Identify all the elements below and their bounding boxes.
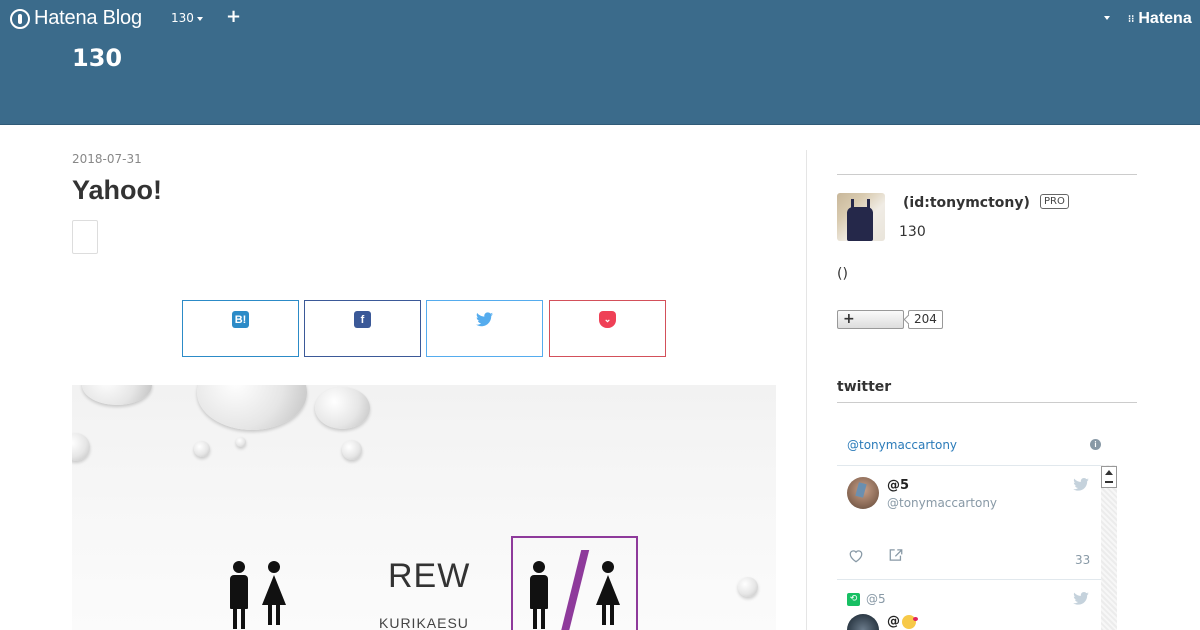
profile-avatar[interactable] — [837, 193, 885, 241]
tweet-divider — [837, 579, 1101, 580]
twitter-bird-icon[interactable] — [1073, 478, 1089, 495]
entry-title[interactable]: Yahoo! — [72, 175, 162, 206]
water-drop — [194, 441, 210, 457]
retweet-label[interactable]: @5 — [866, 592, 886, 606]
image-subheading: KURIKAESU — [379, 615, 469, 630]
avatar-strap — [851, 199, 854, 211]
hatena-logo-icon: ⁝⁝ — [1128, 13, 1135, 25]
twitter-bird-icon — [476, 311, 493, 328]
brand-name: Hatena Blog — [34, 7, 142, 29]
pocket-icon: ⌄ — [599, 311, 616, 328]
blog-selector-label: 130 — [171, 11, 194, 25]
tweet-author-name[interactable]: @ — [887, 614, 918, 629]
water-drop — [197, 385, 307, 430]
tweet-avatar[interactable] — [847, 614, 879, 630]
tweet-author-name[interactable]: @5 — [887, 478, 909, 493]
add-entry-button[interactable]: + — [226, 6, 241, 27]
caret-down-icon[interactable] — [1104, 16, 1110, 20]
entry-hero-image: REW KURIKAESU — [72, 385, 776, 630]
man-figure-icon — [230, 561, 248, 629]
facebook-icon: f — [354, 311, 371, 328]
subscribe-button[interactable]: + — [837, 310, 904, 329]
woman-figure-icon — [596, 561, 620, 625]
info-icon[interactable]: i — [1090, 439, 1101, 450]
water-drop — [72, 433, 90, 461]
tweet-avatar[interactable] — [847, 477, 879, 509]
hatena-blog-logo[interactable]: Hatena Blog — [10, 7, 142, 30]
water-drop — [82, 385, 152, 405]
pro-badge[interactable]: PRO — [1040, 194, 1069, 209]
water-drop — [342, 440, 362, 460]
retweet-icon: ⟲ — [847, 593, 860, 606]
hatena-logo-icon — [10, 8, 30, 29]
hatena-account-link[interactable]: ⁝⁝ Hatena — [1128, 10, 1192, 28]
pocket-share-button[interactable]: ⌄ — [549, 300, 666, 357]
heart-icon[interactable] — [848, 548, 864, 567]
water-drop — [738, 577, 758, 597]
twitter-widget-handle[interactable]: @tonymaccartony — [847, 438, 957, 452]
twitter-share-button[interactable] — [426, 300, 543, 357]
tweet-author-label: @ — [887, 614, 900, 629]
image-heading: REW — [388, 557, 471, 595]
share-icon[interactable] — [888, 548, 904, 566]
woman-figure-icon — [262, 561, 286, 625]
scrollbar-thumb[interactable] — [1101, 466, 1117, 488]
column-divider — [806, 150, 807, 630]
subscriber-count[interactable]: 204 — [908, 310, 943, 329]
tweet-screen-name[interactable]: @tonymaccartony — [887, 496, 997, 510]
hatena-right-label: Hatena — [1138, 10, 1192, 27]
kiss-emoji-icon — [902, 614, 918, 629]
profile-description: () — [837, 266, 848, 282]
twitter-section-title: twitter — [837, 379, 892, 395]
timeline-scrollbar[interactable] — [1101, 465, 1117, 630]
tweet-count: 33 — [1075, 553, 1091, 567]
water-drop — [236, 437, 246, 447]
hatena-bookmark-share-button[interactable]: B! — [182, 300, 299, 357]
section-divider — [837, 402, 1137, 403]
caret-down-icon — [196, 16, 203, 21]
entry-date[interactable]: 2018-07-31 — [72, 152, 142, 166]
blog-selector[interactable]: 130 — [171, 11, 203, 25]
hatena-bookmark-icon: B! — [232, 311, 249, 328]
blog-title[interactable]: 130 — [72, 44, 122, 72]
twitter-bird-icon[interactable] — [1073, 592, 1089, 609]
water-drop — [315, 387, 370, 429]
profile-blog-name: 130 — [899, 224, 926, 240]
man-figure-icon — [530, 561, 548, 629]
category-placeholder — [72, 220, 98, 254]
avatar-strap — [867, 199, 870, 211]
profile-id-link[interactable]: (id:tonymctony) — [903, 195, 1030, 211]
sidebar-divider — [837, 174, 1137, 175]
facebook-share-button[interactable]: f — [304, 300, 421, 357]
blog-header: Hatena Blog 130 + ⁝⁝ Hatena 130 — [0, 0, 1200, 125]
timeline-divider — [837, 465, 1101, 466]
global-navbar: Hatena Blog 130 + ⁝⁝ Hatena — [0, 0, 1200, 38]
avatar-garment — [847, 207, 873, 241]
